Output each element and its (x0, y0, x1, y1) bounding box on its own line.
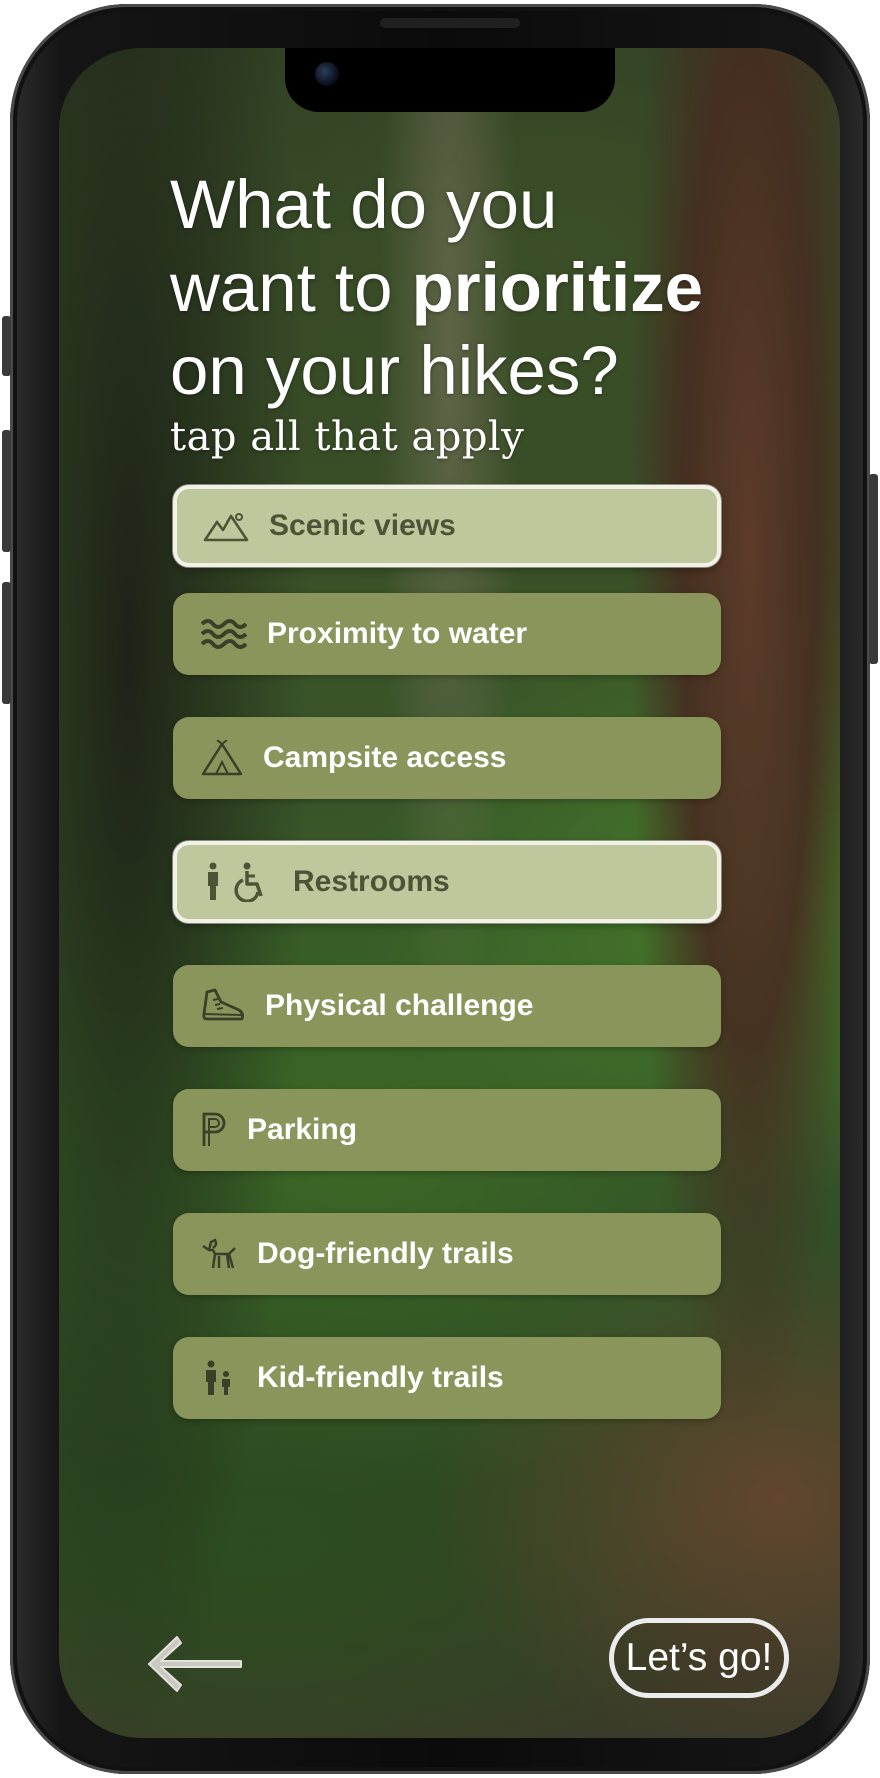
volume-down-button (2, 582, 11, 704)
option-kid-friendly-trails[interactable]: Kid-friendly trails (173, 1337, 721, 1419)
option-label: Scenic views (269, 509, 456, 542)
option-label: Physical challenge (265, 989, 534, 1022)
option-parking[interactable]: Parking (173, 1089, 721, 1171)
notch (285, 48, 615, 112)
option-campsite-access[interactable]: Campsite access (173, 717, 721, 799)
option-restrooms[interactable]: Restrooms (173, 841, 721, 923)
option-label: Restrooms (293, 865, 450, 898)
option-physical-challenge[interactable]: Physical challenge (173, 965, 721, 1047)
tent-icon (201, 740, 243, 776)
option-dog-friendly-trails[interactable]: Dog-friendly trails (173, 1213, 721, 1295)
restroom-icon (203, 862, 273, 902)
parking-icon (201, 1112, 227, 1148)
title-line-2-prefix: want to (170, 249, 412, 326)
option-label: Parking (247, 1113, 358, 1146)
shoe-icon (201, 988, 245, 1024)
family-icon (201, 1360, 237, 1396)
option-label: Dog-friendly trails (257, 1237, 514, 1270)
app-screen: What do you want to prioritize on your h… (59, 48, 840, 1738)
lets-go-button[interactable]: Let’s go! (609, 1618, 789, 1698)
option-proximity-to-water[interactable]: Proximity to water (173, 593, 721, 675)
volume-up-button (2, 430, 11, 552)
power-button (869, 474, 878, 664)
back-arrow-icon (148, 1636, 242, 1692)
option-label: Campsite access (263, 741, 507, 774)
dog-icon (201, 1236, 237, 1272)
title-emphasis: prioritize (411, 249, 704, 326)
option-label: Kid-friendly trails (257, 1361, 504, 1394)
phone-frame: What do you want to prioritize on your h… (2, 4, 878, 1774)
option-label: Proximity to water (267, 617, 528, 650)
question-title: What do you want to prioritize on your h… (170, 163, 770, 412)
front-camera (315, 62, 339, 86)
mute-switch (2, 316, 11, 376)
instruction-subtitle: tap all that apply (170, 414, 525, 460)
back-button[interactable] (145, 1633, 245, 1695)
water-waves-icon (201, 618, 247, 650)
title-line-1: What do you (170, 166, 558, 243)
option-scenic-views[interactable]: Scenic views (173, 485, 721, 567)
mountain-icon (203, 510, 249, 542)
earpiece-speaker (380, 18, 520, 28)
title-line-3: on your hikes? (170, 332, 619, 409)
